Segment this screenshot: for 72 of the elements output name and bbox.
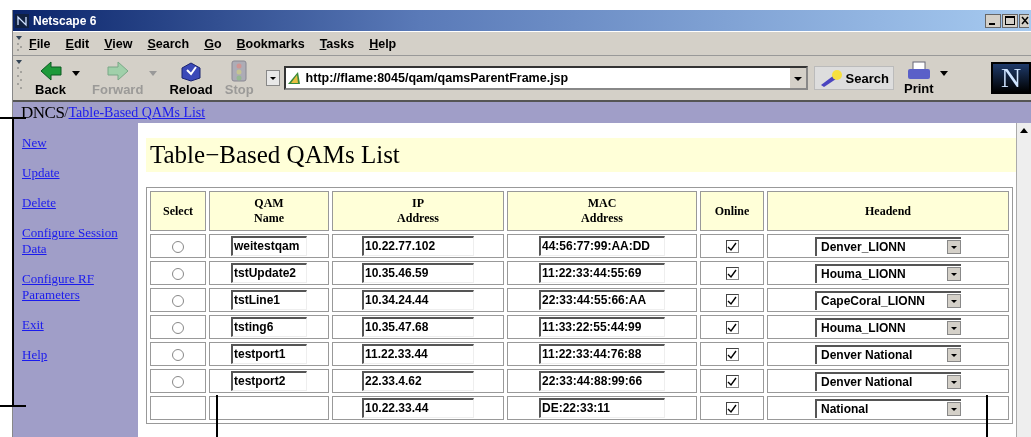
- name-field[interactable]: tsting6: [231, 317, 307, 337]
- name-field[interactable]: testport1: [231, 344, 307, 364]
- checkbox[interactable]: [725, 267, 739, 281]
- ip-field[interactable]: 10.34.24.44: [362, 290, 474, 310]
- menu-item[interactable]: View: [104, 36, 133, 51]
- name-field[interactable]: testport2: [231, 371, 307, 391]
- mac-field[interactable]: 11:33:22:55:44:99: [539, 317, 665, 337]
- menu-item[interactable]: Help: [369, 36, 397, 51]
- toolbar-button[interactable]: Reload: [163, 59, 219, 97]
- page-title: Table−Based QAMs List: [146, 138, 1016, 172]
- menu-item[interactable]: Bookmarks: [236, 36, 305, 51]
- printer-icon: [905, 60, 932, 81]
- maximize-icon[interactable]: [1002, 13, 1018, 28]
- logo: N: [991, 62, 1031, 94]
- scroll-up-icon[interactable]: [1019, 127, 1029, 135]
- ip-field[interactable]: 10.35.47.68: [362, 317, 474, 337]
- mac-field[interactable]: DE:22:33:11: [539, 398, 665, 418]
- netscape-logo-icon: [15, 13, 29, 28]
- mac-field[interactable]: 11:22:33:44:76:88: [539, 344, 665, 364]
- column-header: Online: [700, 191, 764, 231]
- mac-field[interactable]: 11:22:33:44:55:69: [539, 263, 665, 283]
- ip-field[interactable]: 10.35.46.59: [362, 263, 474, 283]
- window-title: Netscape 6: [33, 13, 98, 28]
- column-header: MAC Address: [507, 191, 697, 231]
- checkbox[interactable]: [725, 348, 739, 362]
- ip-field[interactable]: 10.22.33.44: [362, 398, 474, 418]
- search-button[interactable]: Search: [813, 66, 894, 90]
- address-field[interactable]: http://flame:8045/qam/qamsParentFrame.jsp: [283, 66, 808, 90]
- menu-item[interactable]: Search: [147, 36, 190, 51]
- mac-field[interactable]: 22:33:44:88:99:66: [539, 371, 665, 391]
- menu-item[interactable]: Tasks: [319, 36, 355, 51]
- radio-button[interactable]: [172, 267, 184, 280]
- checkbox[interactable]: [725, 321, 739, 335]
- mac-field[interactable]: 44:56:77:99:AA:DD: [539, 236, 665, 256]
- breadcrumb-root: DNCS: [21, 102, 65, 123]
- checkbox[interactable]: [725, 375, 739, 389]
- menu-item[interactable]: Edit: [65, 36, 90, 51]
- radio-button[interactable]: [172, 375, 184, 388]
- forward-arrow-icon: [105, 59, 130, 82]
- toolbar-button[interactable]: Back: [29, 59, 73, 97]
- ip-field[interactable]: 22.33.4.62: [362, 371, 474, 391]
- breadcrumb-separator: /: [64, 104, 69, 121]
- minimize-icon[interactable]: [985, 13, 1001, 28]
- column-header: IP Address: [332, 191, 504, 231]
- dropdown-arrow-icon[interactable]: [72, 70, 81, 76]
- print-button[interactable]: Print: [898, 60, 940, 96]
- leader-line: [216, 395, 218, 437]
- column-header: QAM Name: [209, 191, 329, 231]
- page-icon: [285, 70, 302, 86]
- name-field[interactable]: tstUpdate2: [231, 263, 307, 283]
- name-field[interactable]: weitestqam: [231, 236, 307, 256]
- checkbox[interactable]: [725, 294, 739, 308]
- close-icon[interactable]: [1019, 13, 1029, 28]
- checkbox[interactable]: [725, 402, 739, 416]
- back-arrow-icon: [38, 59, 63, 82]
- menu-item[interactable]: File: [29, 36, 51, 51]
- menu-item[interactable]: Go: [204, 36, 222, 51]
- column-header: Headend: [767, 191, 1009, 231]
- ip-field[interactable]: 11.22.33.44: [362, 344, 474, 364]
- grip-icon[interactable]: [15, 33, 23, 54]
- radio-button[interactable]: [172, 321, 184, 334]
- dropdown-arrow-icon[interactable]: [939, 70, 948, 76]
- checkbox[interactable]: [725, 240, 739, 254]
- ip-field[interactable]: 10.22.77.102: [362, 236, 474, 256]
- radio-button[interactable]: [172, 348, 184, 361]
- mac-field[interactable]: 22:33:44:55:66:AA: [539, 290, 665, 310]
- scrollbar[interactable]: [1016, 123, 1031, 437]
- name-field[interactable]: tstLine1: [231, 290, 307, 310]
- radio-button[interactable]: [172, 294, 184, 307]
- column-header: Select: [150, 191, 206, 231]
- radio-button[interactable]: [172, 240, 184, 253]
- leader-line: [986, 395, 988, 437]
